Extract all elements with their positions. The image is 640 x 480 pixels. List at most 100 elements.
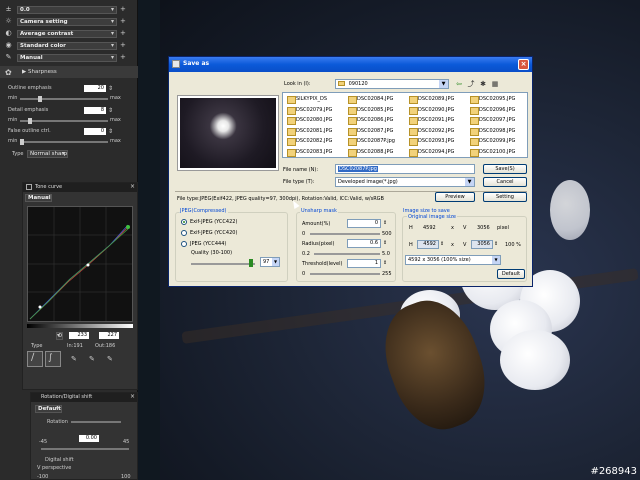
cancel-button[interactable]: Cancel	[483, 177, 527, 187]
new-h-input[interactable]: 4592	[417, 240, 439, 249]
file-type-select[interactable]: Developed image(*.jpg) ▼	[335, 177, 475, 187]
spin-icon[interactable]: ⇕	[440, 241, 444, 247]
sharpness-tab[interactable]: ▶ Sharpness	[22, 69, 57, 75]
detail-emphasis-input[interactable]: 8	[84, 107, 106, 114]
radius-input[interactable]: 0.6	[347, 239, 381, 248]
sharp-type-select[interactable]: Normal sharp	[27, 150, 69, 158]
file-item[interactable]: DSC02079.JPG	[287, 106, 332, 115]
file-item[interactable]: DSC02097.JPG	[470, 116, 515, 125]
file-item[interactable]: DSC02090.JPG	[409, 106, 454, 115]
false-outline-slider[interactable]	[20, 141, 108, 143]
file-item[interactable]: DSC02098.JPG	[470, 127, 515, 136]
save-button[interactable]: Save(S)	[483, 164, 527, 174]
out-value-input[interactable]: 227	[99, 332, 119, 339]
default-button[interactable]: Default	[497, 269, 525, 279]
quality-select[interactable]: 97 ▼	[260, 257, 280, 267]
outline-slider[interactable]	[20, 98, 108, 100]
rotation-mode-select[interactable]: Default	[35, 405, 62, 413]
eyedropper-icon[interactable]: ✎	[71, 355, 77, 363]
exif420-radio[interactable]	[181, 230, 187, 236]
contrast-select[interactable]: Average contrast	[17, 29, 117, 38]
quality-slider-thumb[interactable]	[249, 259, 253, 267]
close-icon[interactable]: ×	[518, 59, 529, 70]
color-select[interactable]: Standard color	[17, 41, 117, 50]
file-list[interactable]: SILKYPIX_DS DSC02079.JPG DSC02080.JPG DSC02…	[282, 92, 528, 158]
chevron-down-icon[interactable]: ▼	[492, 256, 500, 264]
file-item[interactable]: DSC02083.JPG	[287, 148, 332, 157]
exposure-select[interactable]: 0.0	[17, 5, 117, 14]
rotation-slider[interactable]	[41, 448, 129, 450]
plus-icon[interactable]: +	[120, 18, 127, 25]
sharpness-mode-select[interactable]: Manual	[17, 53, 117, 62]
radius-slider[interactable]	[314, 253, 380, 255]
amount-input[interactable]: 0	[347, 219, 381, 228]
file-item[interactable]: DSC02087.JPG	[348, 127, 393, 136]
look-in-select[interactable]: 090120 ▼	[335, 79, 449, 89]
tone-curve-graph[interactable]	[27, 206, 133, 322]
file-item[interactable]: DSC02094.JPG	[409, 148, 454, 157]
tone-mode-select[interactable]: Manual	[25, 194, 52, 202]
exif422-radio[interactable]	[181, 219, 187, 225]
file-item[interactable]: DSC02084.JPG	[348, 95, 393, 104]
white-balance-select[interactable]: Camera setting	[17, 17, 117, 26]
file-item[interactable]: SILKYPIX_DS	[287, 95, 327, 104]
spin-icon[interactable]: ⇕	[494, 241, 498, 247]
file-item[interactable]: DSC02088.JPG	[348, 148, 393, 157]
preview-button[interactable]: Preview	[435, 192, 475, 202]
detail-slider-thumb[interactable]	[28, 118, 32, 124]
chevron-down-icon[interactable]: ▼	[439, 80, 448, 88]
detail-slider[interactable]	[20, 120, 108, 122]
file-item[interactable]: DSC02085.JPG	[348, 106, 393, 115]
size-preset-select[interactable]: 4592 x 3056 (100% size) ▼	[405, 255, 501, 265]
plus-icon[interactable]: +	[120, 30, 127, 37]
amount-slider[interactable]	[310, 233, 380, 235]
file-item[interactable]: DSC02086.JPG	[348, 116, 393, 125]
file-item[interactable]: DSC02095.JPG	[470, 95, 515, 104]
false-outline-input[interactable]: 0	[84, 128, 106, 135]
jpeg444-radio[interactable]	[181, 241, 187, 247]
spin-icon[interactable]: ⇕	[108, 107, 113, 114]
rotation-value-input[interactable]: 0.00	[79, 435, 99, 442]
spin-icon[interactable]: ⇕	[383, 260, 387, 266]
file-item[interactable]: DSC02082.JPG	[287, 137, 332, 146]
curve-type-line-button[interactable]: ∕	[27, 351, 43, 367]
file-item[interactable]: DSC02096.JPG	[470, 106, 515, 115]
file-item[interactable]: DSC02100.JPG	[470, 148, 515, 157]
spin-icon[interactable]: ⇕	[108, 85, 113, 92]
file-item[interactable]: DSC02099.JPG	[470, 137, 515, 146]
spin-icon[interactable]: ⇕	[383, 240, 387, 246]
outline-emphasis-input[interactable]: 20	[84, 85, 106, 92]
plus-icon[interactable]: +	[120, 42, 127, 49]
setting-button[interactable]: Setting	[483, 192, 527, 202]
up-folder-icon[interactable]: ⤴	[466, 79, 476, 89]
channel-select[interactable]: 0	[55, 332, 64, 340]
new-folder-icon[interactable]: ✱	[478, 79, 488, 89]
eyedropper-icon[interactable]: ✎	[89, 355, 95, 363]
file-name-input[interactable]: DSC02087P.jpg	[335, 164, 475, 174]
quality-slider[interactable]	[191, 263, 255, 265]
file-item[interactable]: DSC02092.JPG	[409, 127, 454, 136]
file-item[interactable]: DSC02091.JPG	[409, 116, 454, 125]
file-item[interactable]: DSC02089.JPG	[409, 95, 454, 104]
curve-type-spline-button[interactable]: ∫	[45, 351, 61, 367]
file-item[interactable]: DSC02093.JPG	[409, 137, 454, 146]
plus-icon[interactable]: +	[120, 6, 127, 13]
spin-icon[interactable]: ⇕	[108, 128, 113, 135]
threshold-slider[interactable]	[310, 273, 380, 275]
in-value-input[interactable]: 233	[69, 332, 89, 339]
back-icon[interactable]: ⇦	[454, 79, 464, 89]
threshold-input[interactable]: 1	[347, 259, 381, 268]
eyedropper-icon[interactable]: ✎	[107, 355, 113, 363]
close-icon[interactable]: ×	[130, 393, 135, 400]
new-v-input[interactable]: 3056	[471, 240, 493, 249]
file-item[interactable]: DSC02080.JPG	[287, 116, 332, 125]
close-icon[interactable]: ×	[130, 183, 135, 190]
plus-icon[interactable]: +	[120, 54, 127, 61]
file-item[interactable]: DSC02081.JPG	[287, 127, 332, 136]
view-menu-icon[interactable]: ▦	[490, 79, 500, 89]
chevron-down-icon[interactable]: ▼	[465, 178, 474, 186]
outline-slider-thumb[interactable]	[38, 96, 42, 102]
false-outline-slider-thumb[interactable]	[20, 139, 24, 145]
chevron-down-icon[interactable]: ▼	[272, 258, 279, 266]
spin-icon[interactable]: ⇕	[383, 220, 387, 226]
